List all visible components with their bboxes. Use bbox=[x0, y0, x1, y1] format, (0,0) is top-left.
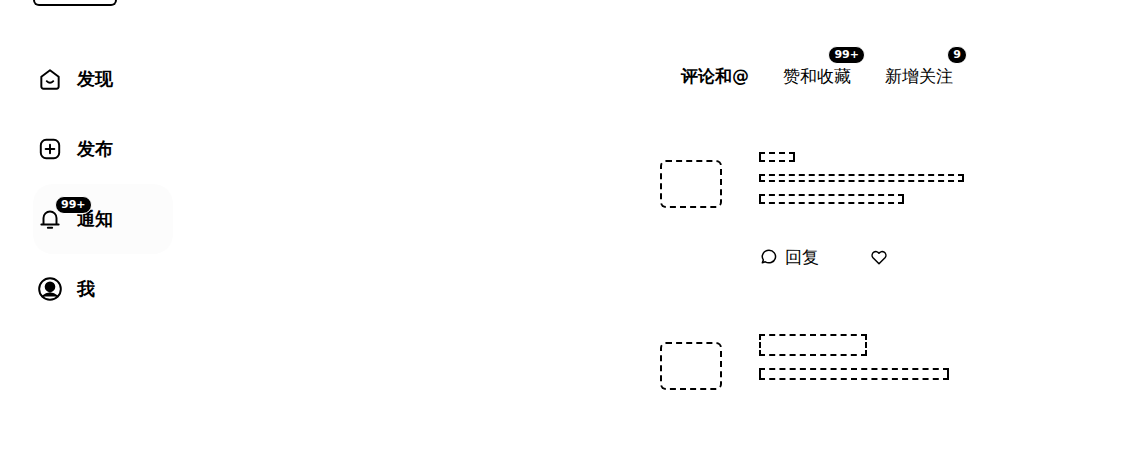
tab[interactable]: 赞和收藏99+ bbox=[783, 63, 851, 91]
discover-icon bbox=[37, 66, 63, 92]
tab[interactable]: 评论和@ bbox=[681, 63, 749, 91]
notifications-panel: 评论和@赞和收藏99+新增关注9回复 bbox=[620, 0, 1124, 466]
sidebar: 发现发布通知99+ 我 bbox=[0, 0, 620, 466]
plus-icon bbox=[37, 136, 63, 162]
redacted-block bbox=[759, 334, 867, 356]
comment-icon bbox=[759, 247, 779, 267]
heart-icon[interactable] bbox=[869, 247, 889, 267]
count-badge: 99+ bbox=[55, 196, 92, 214]
tab-label: 评论和@ bbox=[681, 66, 749, 86]
redacted-block bbox=[759, 174, 964, 182]
notification-list: 回复 bbox=[660, 152, 1124, 390]
count-badge: 99+ bbox=[828, 46, 865, 64]
tab-bar: 评论和@ 赞和收藏99+ 新增关注9 bbox=[660, 62, 1124, 92]
notification-item: 回复 bbox=[660, 152, 1124, 268]
sidebar-item[interactable]: 发布 bbox=[33, 114, 173, 184]
sidebar-item[interactable]: 我 bbox=[33, 254, 173, 324]
notification-item bbox=[660, 334, 1124, 390]
sidebar-item[interactable]: 发现 bbox=[33, 44, 173, 114]
sidebar-label: 我 bbox=[77, 277, 95, 300]
notification-content bbox=[759, 334, 949, 390]
tab[interactable]: 新增关注9 bbox=[885, 63, 953, 91]
avatar-icon bbox=[37, 276, 63, 302]
redacted-block bbox=[759, 368, 949, 380]
notification-content: 回复 bbox=[759, 152, 964, 268]
reply-button[interactable]: 回复 bbox=[785, 246, 819, 268]
redacted-block bbox=[759, 194, 904, 204]
redacted-block bbox=[759, 152, 795, 162]
count-badge: 9 bbox=[947, 46, 967, 64]
sidebar-item[interactable]: 通知99+ bbox=[33, 184, 173, 254]
user-avatar[interactable] bbox=[660, 160, 722, 208]
sidebar-label: 发现 bbox=[77, 67, 113, 90]
logo-button[interactable] bbox=[33, 0, 117, 6]
tab-label: 赞和收藏 bbox=[783, 66, 851, 86]
sidebar-nav: 发现发布通知99+ 我 bbox=[33, 44, 620, 324]
action-row: 回复 bbox=[759, 246, 964, 268]
sidebar-label: 发布 bbox=[77, 137, 113, 160]
user-avatar[interactable] bbox=[660, 342, 722, 390]
tab-label: 新增关注 bbox=[885, 66, 953, 86]
